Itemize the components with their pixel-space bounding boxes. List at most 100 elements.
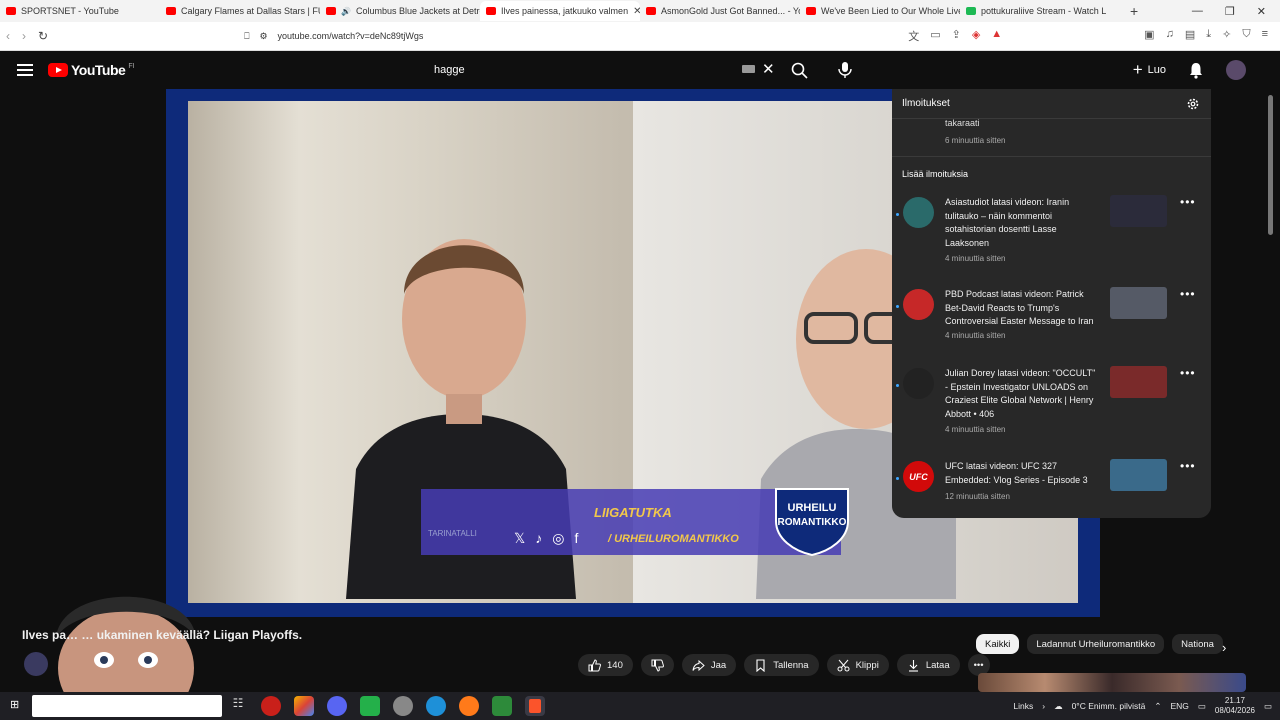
chevron-icon[interactable]: › bbox=[1042, 701, 1045, 711]
brave-rewards-icon[interactable]: ▲ bbox=[991, 28, 1002, 44]
back-icon[interactable]: ‹ bbox=[0, 29, 16, 43]
playlist-icon[interactable]: ♫ bbox=[1166, 28, 1174, 44]
dislike-button[interactable] bbox=[640, 654, 674, 676]
clock[interactable]: 21.17 08/04/2026 bbox=[1215, 696, 1255, 716]
menu-icon[interactable]: ≡ bbox=[1262, 28, 1268, 44]
account-avatar[interactable] bbox=[1226, 60, 1246, 80]
cast-icon[interactable]: ▭ bbox=[930, 28, 940, 44]
share-button[interactable]: Jaa bbox=[681, 654, 737, 676]
app-icon-2[interactable] bbox=[393, 696, 413, 716]
notification-item[interactable]: Julian Dorey latasi videon: "OCCULT" - Ep… bbox=[892, 366, 1211, 446]
filter-chip[interactable]: Ladannut Urheiluromantikko bbox=[1027, 634, 1165, 654]
network-icon[interactable]: ▭ bbox=[1198, 701, 1206, 712]
more-vertical-icon[interactable]: ••• bbox=[1180, 459, 1196, 473]
download-button[interactable]: Lataa bbox=[896, 654, 960, 676]
close-tab-icon[interactable]: ✕ bbox=[633, 6, 640, 17]
unread-dot bbox=[896, 213, 899, 216]
microphone-icon[interactable] bbox=[836, 60, 854, 80]
clip-label: Klippi bbox=[855, 659, 879, 671]
youtube-logo[interactable]: YouTube FI bbox=[48, 62, 135, 78]
sidebar-icon[interactable]: ▤ bbox=[1185, 28, 1195, 44]
url-field[interactable]: ⎕ ⚙ youtube.com/watch?v=deNc89tjWgs bbox=[244, 31, 423, 42]
language-label[interactable]: ENG bbox=[1170, 701, 1188, 711]
hamburger-menu-icon[interactable] bbox=[17, 64, 33, 76]
bookmark-icon[interactable]: ⎕ bbox=[244, 31, 249, 42]
filter-chip[interactable]: Kaikki bbox=[976, 634, 1020, 654]
notification-thumbnail[interactable] bbox=[1110, 287, 1167, 319]
browser-tab[interactable]: Calgary Flames at Dallas Stars | FULL bbox=[160, 1, 320, 21]
notification-line: Craziest Elite Global Network | Henry bbox=[945, 395, 1094, 405]
links-label[interactable]: Links bbox=[1013, 701, 1033, 711]
keyboard-icon[interactable] bbox=[742, 65, 755, 73]
share-icon[interactable]: ⇪ bbox=[952, 28, 961, 44]
media-player-icon[interactable] bbox=[492, 696, 512, 716]
overlay-title: LIIGATUTKA bbox=[594, 505, 672, 520]
previous-notification-title[interactable]: takaraati bbox=[945, 118, 980, 128]
wallet-icon[interactable]: ▣ bbox=[1144, 28, 1154, 44]
recommended-video-thumbnail[interactable] bbox=[978, 673, 1246, 692]
filter-chip[interactable]: Nationa bbox=[1172, 634, 1223, 654]
notification-item[interactable]: Asiastudiot latasi videon: Iranin tulitau… bbox=[892, 195, 1211, 275]
overlay-handle: / URHEILUROMANTIKKO bbox=[608, 533, 739, 545]
brave-icon[interactable] bbox=[525, 696, 545, 716]
browser-tab[interactable]: Ilves painessa, jatkuuko valmen ✕ bbox=[480, 1, 640, 21]
task-view-icon[interactable]: ☷ bbox=[228, 696, 248, 716]
clear-search-icon[interactable]: ✕ bbox=[762, 60, 775, 78]
notification-thumbnail[interactable] bbox=[1110, 195, 1167, 227]
browser-tab[interactable]: 🔊 Columbus Blue Jackets at Detroit bbox=[320, 1, 480, 21]
browser-tab[interactable]: SPORTSNET - YouTube bbox=[0, 1, 160, 21]
gear-icon[interactable] bbox=[1186, 97, 1200, 111]
create-button[interactable]: + Luo bbox=[1133, 60, 1166, 80]
notification-line: - Epstein Investigator UNLOADS on bbox=[945, 381, 1089, 392]
search-icon[interactable] bbox=[790, 61, 810, 81]
translate-icon[interactable]: 文 bbox=[908, 28, 919, 44]
more-vertical-icon[interactable]: ••• bbox=[1180, 195, 1196, 209]
notification-thumbnail[interactable] bbox=[1110, 366, 1167, 398]
page-scrollbar[interactable] bbox=[1268, 95, 1273, 235]
brave-shields-icon[interactable]: ◈ bbox=[972, 28, 980, 44]
weather-text[interactable]: 0°C Enimm. pilvistä bbox=[1072, 701, 1146, 711]
chevron-right-icon[interactable]: › bbox=[1222, 640, 1226, 655]
app-icon[interactable] bbox=[294, 696, 314, 716]
search-input[interactable] bbox=[424, 57, 724, 83]
notification-line: Asiastudiot latasi videon: Iranin bbox=[945, 197, 1070, 207]
browser-tab[interactable]: We've Been Lied to Our Whole Live bbox=[800, 1, 960, 21]
more-vertical-icon[interactable]: ••• bbox=[1180, 287, 1196, 301]
opera-icon[interactable] bbox=[261, 696, 281, 716]
new-tab-button[interactable]: + bbox=[1120, 3, 1148, 19]
discord-icon[interactable] bbox=[327, 696, 347, 716]
notification-item[interactable]: PBD Podcast latasi videon: Patrick Bet-Da… bbox=[892, 287, 1211, 367]
firefox-icon[interactable] bbox=[459, 696, 479, 716]
browser-tab[interactable]: pottukuraliive Stream - Watch L bbox=[960, 1, 1120, 21]
whatsapp-icon[interactable] bbox=[360, 696, 380, 716]
like-button[interactable]: 140 bbox=[578, 654, 633, 676]
extension-toolbar: 文 ▭ ⇪ ◈ ▲ ▣ ♫ ▤ ⤓ ✧ ⛉ ≡ bbox=[908, 28, 1280, 44]
reload-icon[interactable]: ↻ bbox=[32, 29, 54, 43]
notification-thumbnail[interactable] bbox=[1110, 459, 1167, 491]
speaker-icon[interactable]: 🔊 bbox=[341, 7, 351, 16]
notifications-header: Ilmoitukset bbox=[892, 89, 1211, 119]
notification-center-icon[interactable]: ▭ bbox=[1264, 701, 1272, 712]
channel-avatar[interactable] bbox=[24, 652, 48, 676]
edge-icon[interactable] bbox=[426, 696, 446, 716]
close-window-icon[interactable]: ✕ bbox=[1257, 5, 1266, 18]
downloads-icon[interactable]: ⤓ bbox=[1206, 28, 1211, 44]
notification-item[interactable]: UFC UFC latasi videon: UFC 327 Embedded: V… bbox=[892, 459, 1211, 518]
site-info-icon[interactable]: ⚙ bbox=[259, 31, 267, 42]
system-tray: Links › ☁ 0°C Enimm. pilvistä ⌃ ENG ▭ 21… bbox=[1013, 692, 1272, 720]
minimize-icon[interactable]: — bbox=[1192, 5, 1203, 18]
notification-text: Asiastudiot latasi videon: Iranin tulitau… bbox=[945, 196, 1105, 250]
clip-button[interactable]: Klippi bbox=[826, 654, 889, 676]
more-vertical-icon[interactable]: ••• bbox=[1180, 366, 1196, 380]
extensions-icon[interactable]: ✧ bbox=[1222, 28, 1231, 44]
notifications-bell-icon[interactable] bbox=[1188, 61, 1204, 79]
windows-start-icon[interactable]: ⊞ bbox=[10, 698, 19, 711]
browser-tab[interactable]: AsmonGold Just Got Banned... - You bbox=[640, 1, 800, 21]
avatar-text: UFC bbox=[909, 471, 928, 482]
forward-icon[interactable]: › bbox=[16, 29, 32, 43]
save-button[interactable]: Tallenna bbox=[744, 654, 819, 676]
taskbar-search[interactable] bbox=[32, 695, 222, 717]
vpn-icon[interactable]: ⛉ bbox=[1242, 28, 1250, 44]
tray-overflow-icon[interactable]: ⌃ bbox=[1154, 701, 1161, 712]
maximize-icon[interactable]: ❐ bbox=[1225, 5, 1235, 18]
